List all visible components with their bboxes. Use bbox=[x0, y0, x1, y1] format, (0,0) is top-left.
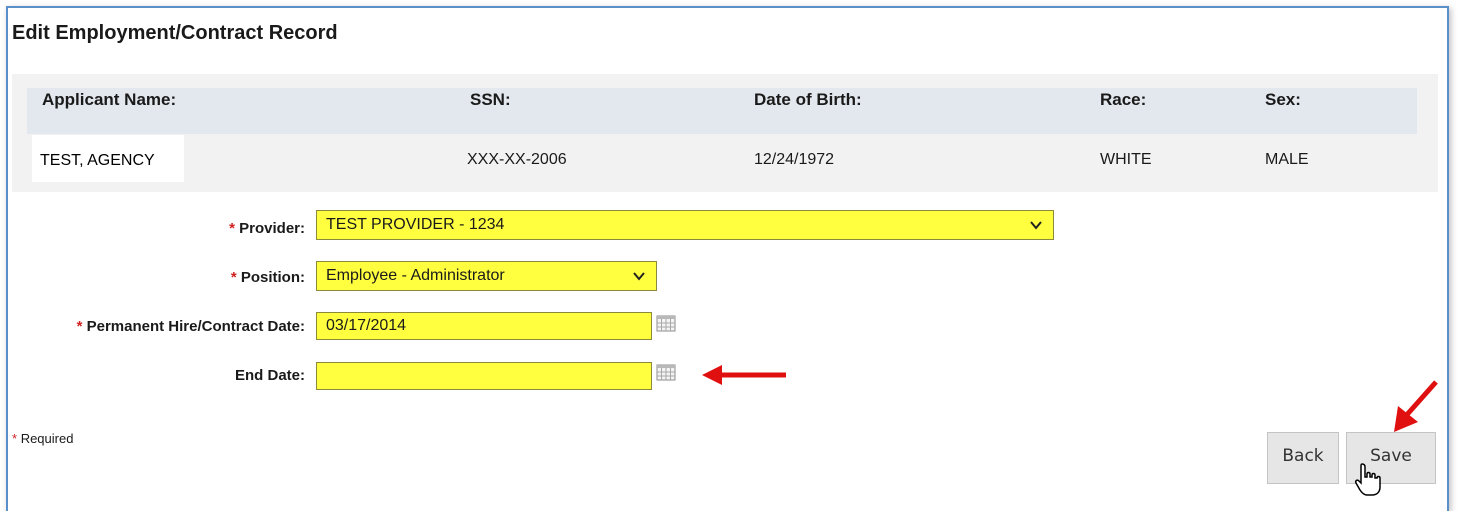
required-marker: * bbox=[12, 431, 18, 446]
provider-label: * Provider: bbox=[229, 220, 305, 237]
chevron-down-icon bbox=[633, 272, 645, 281]
calendar-icon[interactable] bbox=[656, 315, 676, 332]
required-marker: * bbox=[230, 269, 237, 286]
hand-pointer-icon bbox=[1355, 463, 1381, 496]
position-select[interactable]: Employee - Administrator bbox=[316, 261, 657, 291]
required-marker: * bbox=[76, 318, 83, 335]
applicant-name-cell: TEST, AGENCY bbox=[32, 135, 184, 182]
chevron-down-icon bbox=[1030, 221, 1042, 230]
calendar-icon[interactable] bbox=[656, 364, 676, 381]
page-title: Edit Employment/Contract Record bbox=[12, 22, 338, 44]
back-button[interactable]: Back bbox=[1267, 432, 1339, 484]
provider-selected-value: TEST PROVIDER - 1234 bbox=[326, 216, 505, 233]
red-arrow-icon bbox=[1394, 380, 1438, 432]
position-label: * Position: bbox=[230, 269, 305, 286]
provider-select[interactable]: TEST PROVIDER - 1234 bbox=[316, 210, 1054, 240]
applicant-name-header: Applicant Name: bbox=[42, 90, 177, 109]
sex-header: Sex: bbox=[1265, 90, 1301, 109]
end-date-label: End Date: bbox=[234, 367, 305, 384]
red-arrow-icon bbox=[702, 365, 786, 385]
hire-date-label: * Permanent Hire/Contract Date: bbox=[76, 318, 305, 335]
required-marker: * bbox=[229, 220, 235, 237]
sex-value: MALE bbox=[1265, 151, 1309, 168]
ssn-value: XXX-XX-2006 bbox=[467, 151, 567, 168]
dob-value: 12/24/1972 bbox=[754, 151, 835, 168]
race-value: WHITE bbox=[1100, 151, 1152, 168]
ssn-header: SSN: bbox=[470, 90, 511, 109]
applicant-header-row bbox=[27, 88, 1417, 134]
position-selected-value: Employee - Administrator bbox=[326, 267, 505, 284]
end-date-input[interactable] bbox=[316, 362, 652, 390]
hire-date-input[interactable]: 03/17/2014 bbox=[316, 312, 652, 340]
applicant-info-panel: Applicant Name: SSN: Date of Birth: Race… bbox=[12, 74, 1438, 192]
hire-date-value: 03/17/2014 bbox=[326, 317, 407, 334]
race-header: Race: bbox=[1100, 90, 1147, 109]
dob-header: Date of Birth: bbox=[754, 90, 862, 109]
required-note: * Required bbox=[12, 431, 74, 446]
applicant-name-value: TEST, AGENCY bbox=[40, 152, 155, 169]
